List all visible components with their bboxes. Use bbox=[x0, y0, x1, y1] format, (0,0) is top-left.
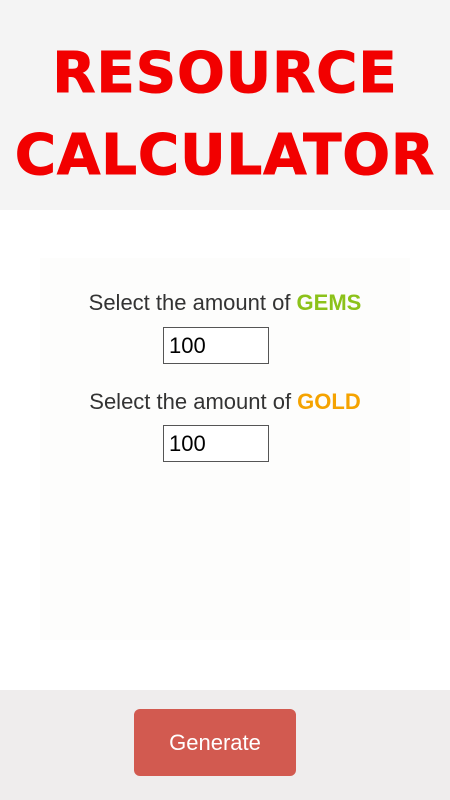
generate-button[interactable]: Generate bbox=[134, 709, 296, 776]
footer: Generate bbox=[0, 690, 450, 800]
gold-label: Select the amount of GOLD bbox=[0, 389, 450, 415]
page-title-line-2: CALCULATOR bbox=[14, 123, 436, 188]
gems-resource-name: GEMS bbox=[296, 290, 362, 315]
gold-amount-input[interactable] bbox=[163, 425, 269, 462]
gems-amount-input[interactable] bbox=[163, 327, 269, 364]
gems-label-prefix: Select the amount of bbox=[88, 290, 297, 315]
page-title-line-1: RESOURCE bbox=[52, 41, 398, 106]
gold-resource-name: GOLD bbox=[297, 389, 361, 414]
gold-label-prefix: Select the amount of bbox=[89, 389, 298, 414]
gems-label: Select the amount of GEMS bbox=[0, 290, 450, 316]
header: RESOURCE CALCULATOR bbox=[0, 0, 450, 210]
